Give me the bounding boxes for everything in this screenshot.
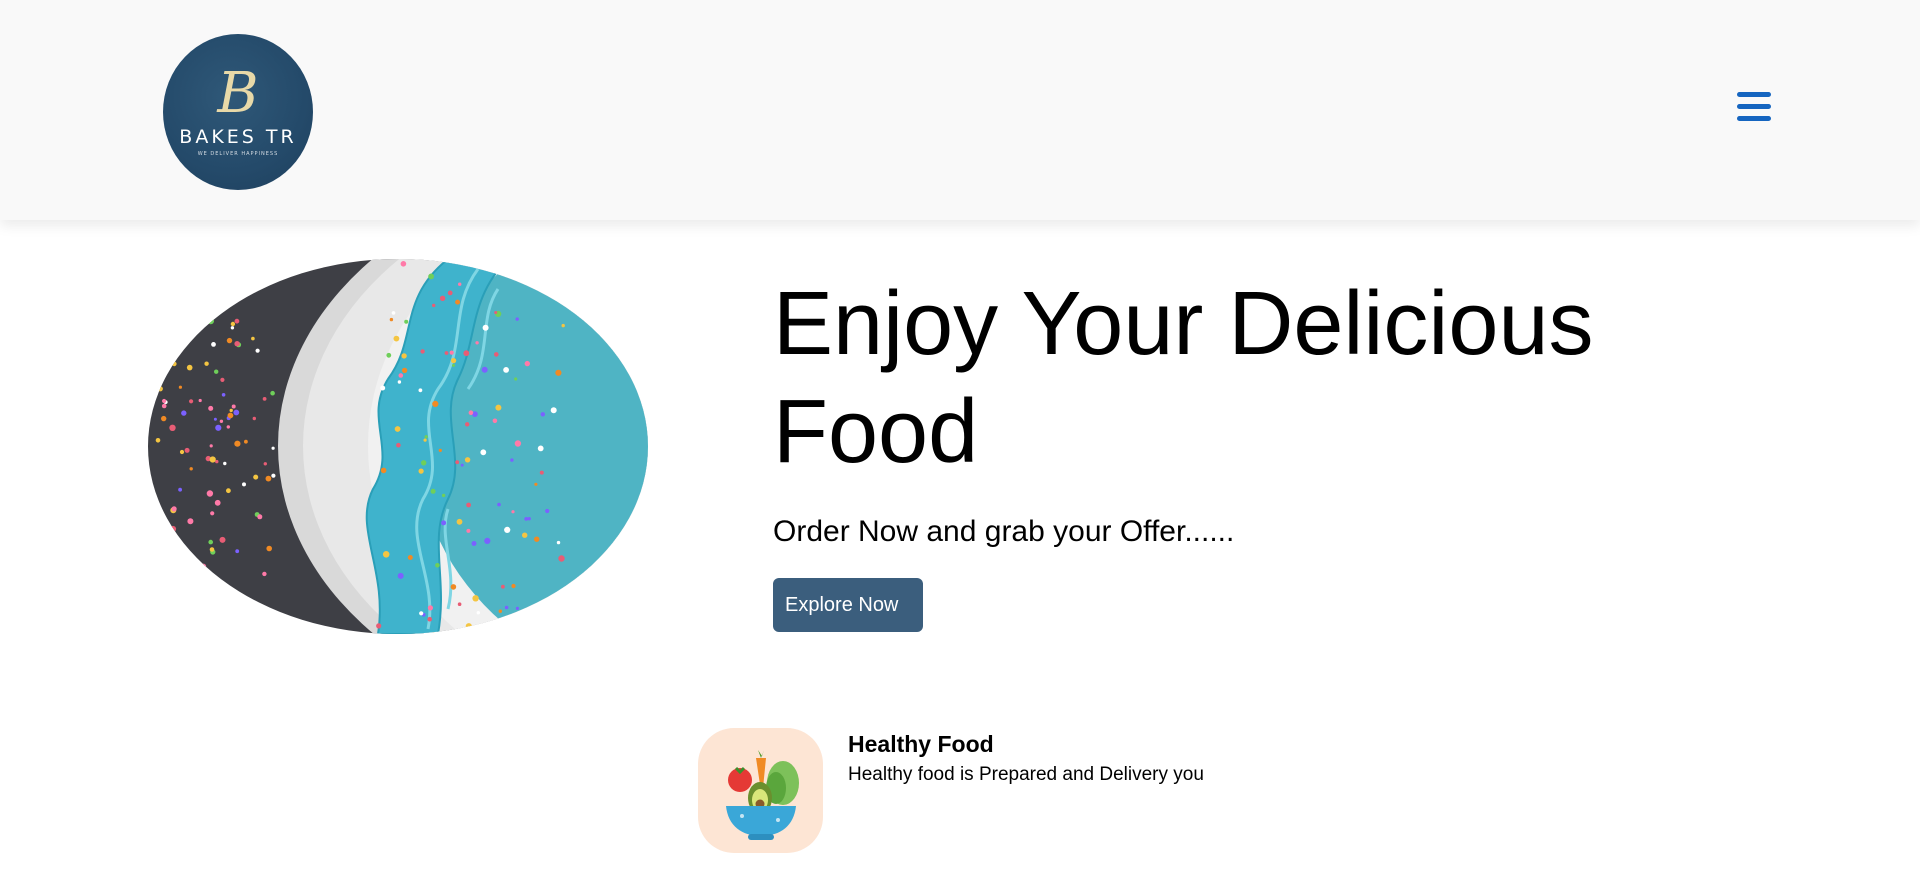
hero-title: Enjoy Your Delicious Food xyxy=(773,274,1594,482)
hamburger-icon xyxy=(1737,92,1771,121)
feature-description: Healthy food is Prepared and Delivery yo… xyxy=(848,764,1204,785)
brand-logo[interactable]: B BAKES TR WE DELIVER HAPPINESS xyxy=(163,34,313,190)
hero-cake-image xyxy=(148,259,648,634)
logo-brand-name: BAKES TR xyxy=(179,126,297,148)
feature-title: Healthy Food xyxy=(848,731,994,757)
hamburger-menu-button[interactable] xyxy=(1735,88,1775,128)
hero-subtitle: Order Now and grab your Offer...... xyxy=(773,515,1235,548)
site-header: B BAKES TR WE DELIVER HAPPINESS xyxy=(0,0,1920,220)
salad-bowl-icon xyxy=(698,728,823,853)
explore-now-button[interactable]: Explore Now xyxy=(773,578,923,632)
logo-tagline: WE DELIVER HAPPINESS xyxy=(197,151,279,157)
logo-monogram: B xyxy=(217,61,259,126)
